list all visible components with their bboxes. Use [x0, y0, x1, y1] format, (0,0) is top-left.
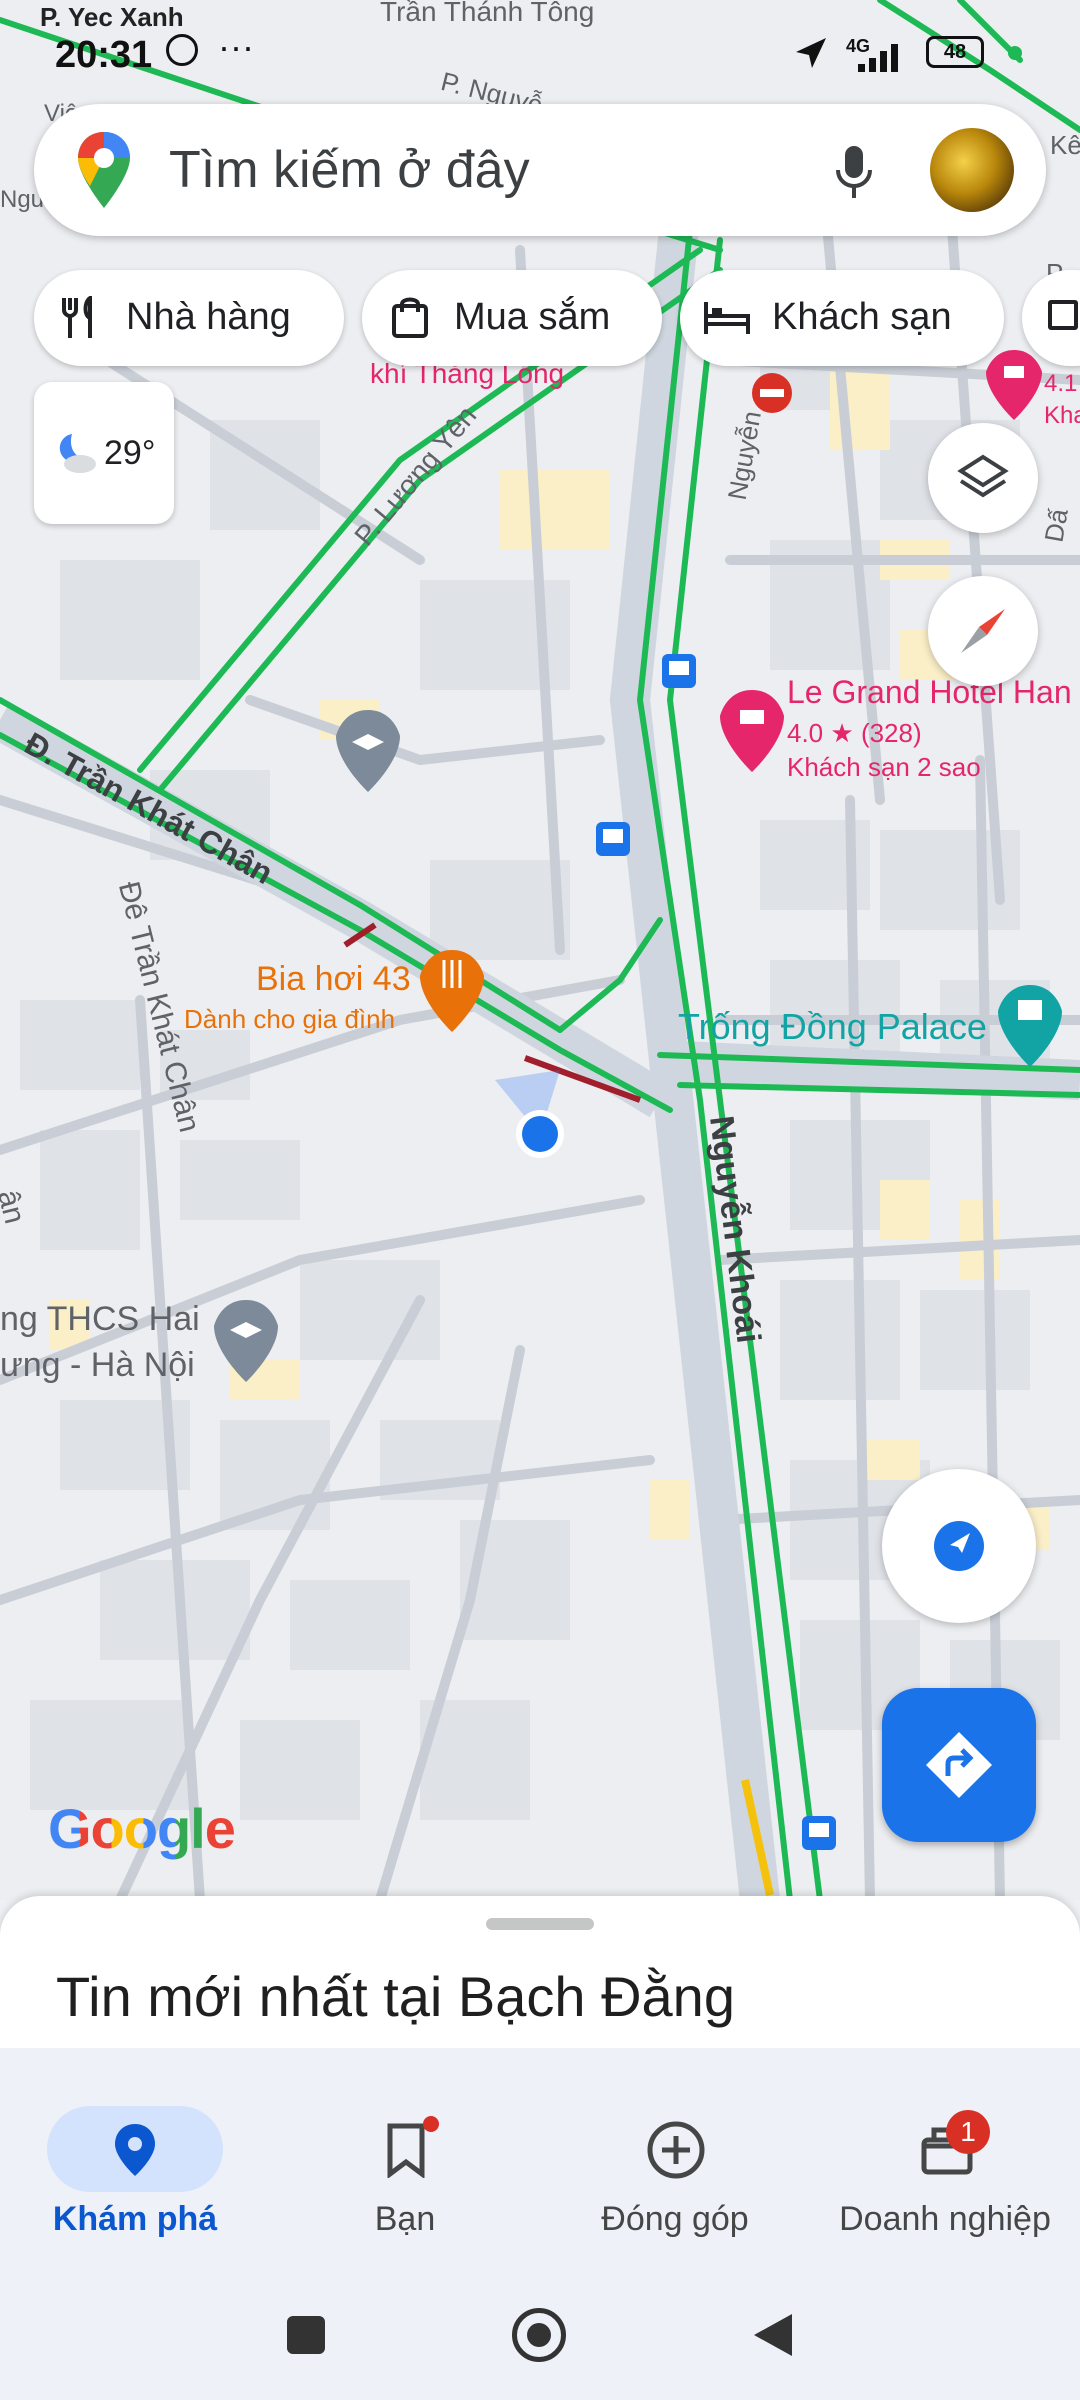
restaurant-icon — [62, 296, 92, 338]
bus-stop-icon-3[interactable] — [802, 1816, 836, 1850]
nav-explore-label: Khám phá — [52, 2200, 218, 2238]
nav-you-label: Bạn — [374, 2200, 436, 2238]
chip-restaurants-label: Nhà hàng — [126, 296, 291, 338]
avatar[interactable] — [930, 128, 1014, 212]
coffee-icon — [1048, 300, 1078, 330]
directions-button[interactable] — [882, 1688, 1036, 1842]
nav-you[interactable]: Bạn — [270, 2092, 540, 2292]
home-button[interactable] — [512, 2308, 566, 2362]
chip-restaurants[interactable]: Nhà hàng — [34, 270, 344, 366]
back-button[interactable] — [752, 2312, 794, 2358]
system-navigation-bar — [0, 2292, 1080, 2400]
battery-icon: 48 — [926, 36, 984, 68]
camera-dot-icon — [1008, 46, 1022, 60]
hotel-icon — [704, 302, 750, 334]
recenter-location-button[interactable] — [882, 1469, 1036, 1623]
add-circle-icon — [647, 2121, 705, 2179]
nav-contribute-label: Đóng góp — [601, 2200, 749, 2238]
bottom-navigation: Khám phá Bạn Đóng góp 1 Doanh nghiệp — [0, 2092, 1080, 2292]
location-arrow-icon — [796, 38, 826, 68]
poi-label-bia-hoi[interactable]: Bia hơi 43 — [256, 960, 411, 999]
bookmark-icon — [387, 2123, 425, 2178]
bus-stop-icon[interactable] — [662, 654, 696, 688]
poi-label-school-1[interactable]: ng THCS Hai — [0, 1300, 200, 1339]
shopping-bag-icon — [392, 297, 428, 338]
viber-icon — [166, 34, 198, 66]
night-cloudy-icon — [59, 434, 96, 473]
sheet-drag-handle[interactable] — [486, 1918, 594, 1930]
weather-temperature: 29° — [104, 434, 156, 472]
layers-icon — [957, 454, 1009, 498]
chip-hotels-label: Khách sạn — [772, 296, 952, 338]
poi-label-le-grand-type: Khách sạn 2 sao — [787, 752, 981, 782]
maps-pin-logo-icon — [78, 132, 130, 208]
nav-business-badge-count: 1 — [960, 2116, 976, 2147]
poi-label-bia-hoi-sub: Dành cho gia đình — [184, 1004, 396, 1034]
star-icon: ★ — [830, 718, 854, 748]
news-bottom-sheet[interactable]: Tin mới nhất tại Bạch Đằng — [0, 1896, 1080, 2048]
poi-label-le-grand[interactable]: Le Grand Hotel Han — [787, 674, 1072, 711]
weather-widget[interactable]: 29° — [34, 382, 174, 524]
signal-icon — [858, 44, 898, 72]
current-location-dot — [522, 1116, 558, 1152]
layers-button[interactable] — [928, 423, 1038, 533]
navigation-arrow-icon — [934, 1521, 984, 1571]
status-bar: P. Yec Xanh 20:31 ··· 4G 48 — [0, 0, 1080, 100]
google-logo: Google — [48, 1796, 236, 1861]
status-time: 20:31 — [55, 34, 153, 76]
bus-stop-icon-2[interactable] — [596, 822, 630, 856]
poi-label-school-2[interactable]: ưng - Hà Nội — [0, 1346, 195, 1385]
compass-needle-icon — [961, 609, 1005, 653]
chip-shopping[interactable]: Mua sắm — [362, 270, 662, 366]
poi-rating: 4.0 — [787, 718, 824, 748]
microphone-icon[interactable] — [834, 144, 874, 200]
google-logo-text: Google — [48, 1797, 236, 1860]
explore-pin-icon — [115, 2124, 155, 2176]
poi-right-name: Kha — [1044, 402, 1080, 429]
compass-button[interactable] — [928, 576, 1038, 686]
search-bar[interactable]: Tìm kiếm ở đây — [34, 104, 1046, 236]
nav-explore[interactable]: Khám phá — [0, 2092, 270, 2292]
poi-reviews: (328) — [860, 718, 922, 748]
home-button-inner — [527, 2323, 551, 2347]
nav-you-notification-dot — [423, 2116, 439, 2132]
poi-label-trong-dong[interactable]: Trống Đồng Palace — [678, 1006, 987, 1048]
search-input[interactable]: Tìm kiếm ở đây — [169, 140, 530, 200]
battery-level: 48 — [943, 41, 967, 63]
nav-business-label: Doanh nghiệp — [839, 2200, 1051, 2238]
recent-apps-button[interactable] — [287, 2316, 325, 2354]
edge-label-dan: Dấ — [1038, 506, 1074, 545]
edge-label-ke: Kê — [1050, 130, 1080, 160]
nav-business-badge: 1 — [946, 2110, 990, 2154]
poi-right-rating: 4.1 — [1044, 370, 1078, 397]
poi-le-grand-rating-line: 4.0 ★ (328) — [787, 718, 922, 749]
sheet-title: Tin mới nhất tại Bạch Đằng — [56, 1965, 735, 2028]
chip-shopping-label: Mua sắm — [454, 296, 611, 338]
nav-contribute[interactable]: Đóng góp — [540, 2092, 810, 2292]
nav-business[interactable]: 1 Doanh nghiệp — [810, 2092, 1080, 2292]
chip-hotels[interactable]: Khách sạn — [680, 270, 1004, 366]
directions-icon — [926, 1732, 992, 1798]
more-dots-icon: ··· — [218, 26, 254, 67]
no-entry-icon — [752, 373, 792, 413]
status-map-label: P. Yec Xanh — [40, 2, 184, 32]
sheet-divider — [0, 2048, 1080, 2092]
